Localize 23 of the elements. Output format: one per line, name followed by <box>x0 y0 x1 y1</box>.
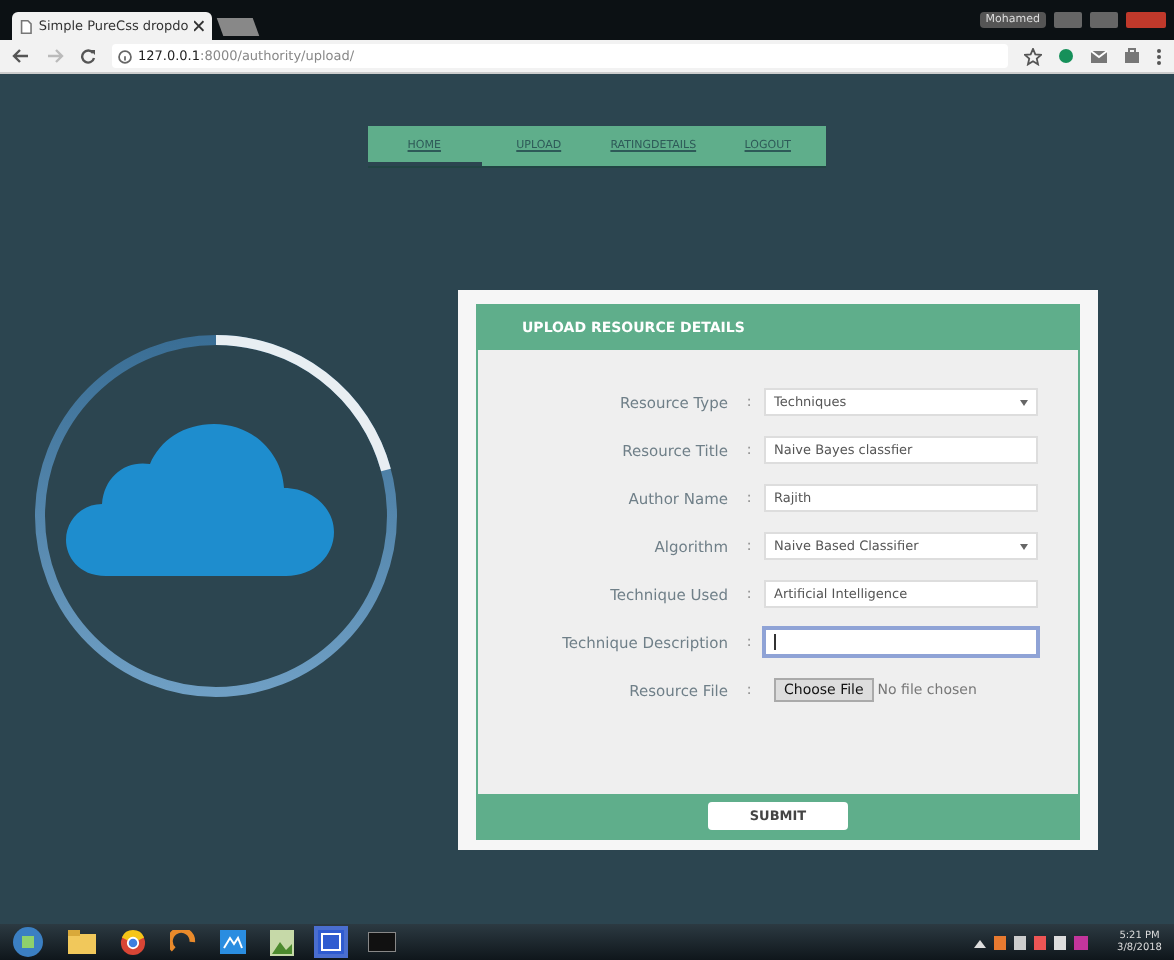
caret-icon <box>1020 543 1028 549</box>
terminal-icon[interactable] <box>368 932 396 952</box>
reload-icon[interactable] <box>80 48 96 64</box>
tray-icons-drawing[interactable] <box>973 933 1094 951</box>
folder-icon[interactable] <box>68 930 96 954</box>
browser-icon[interactable] <box>120 929 146 955</box>
extension-icon[interactable] <box>1058 48 1074 64</box>
window-icon[interactable] <box>318 930 344 954</box>
page-icon <box>20 17 33 35</box>
info-icon <box>118 49 132 63</box>
app-icon[interactable] <box>220 930 246 954</box>
image-icon[interactable] <box>270 929 294 955</box>
start-icon[interactable] <box>12 926 44 958</box>
briefcase-icon[interactable] <box>1124 48 1140 64</box>
input-field[interactable] <box>764 628 1038 656</box>
spiral-icon[interactable] <box>170 930 196 954</box>
mail-icon[interactable] <box>1090 49 1108 63</box>
star-icon[interactable] <box>1024 47 1042 65</box>
back-icon[interactable] <box>12 48 30 64</box>
close-icon[interactable] <box>194 20 204 32</box>
new-tab-button[interactable] <box>216 18 260 36</box>
menu-icon[interactable] <box>1156 47 1162 65</box>
caret-icon <box>1020 399 1028 405</box>
